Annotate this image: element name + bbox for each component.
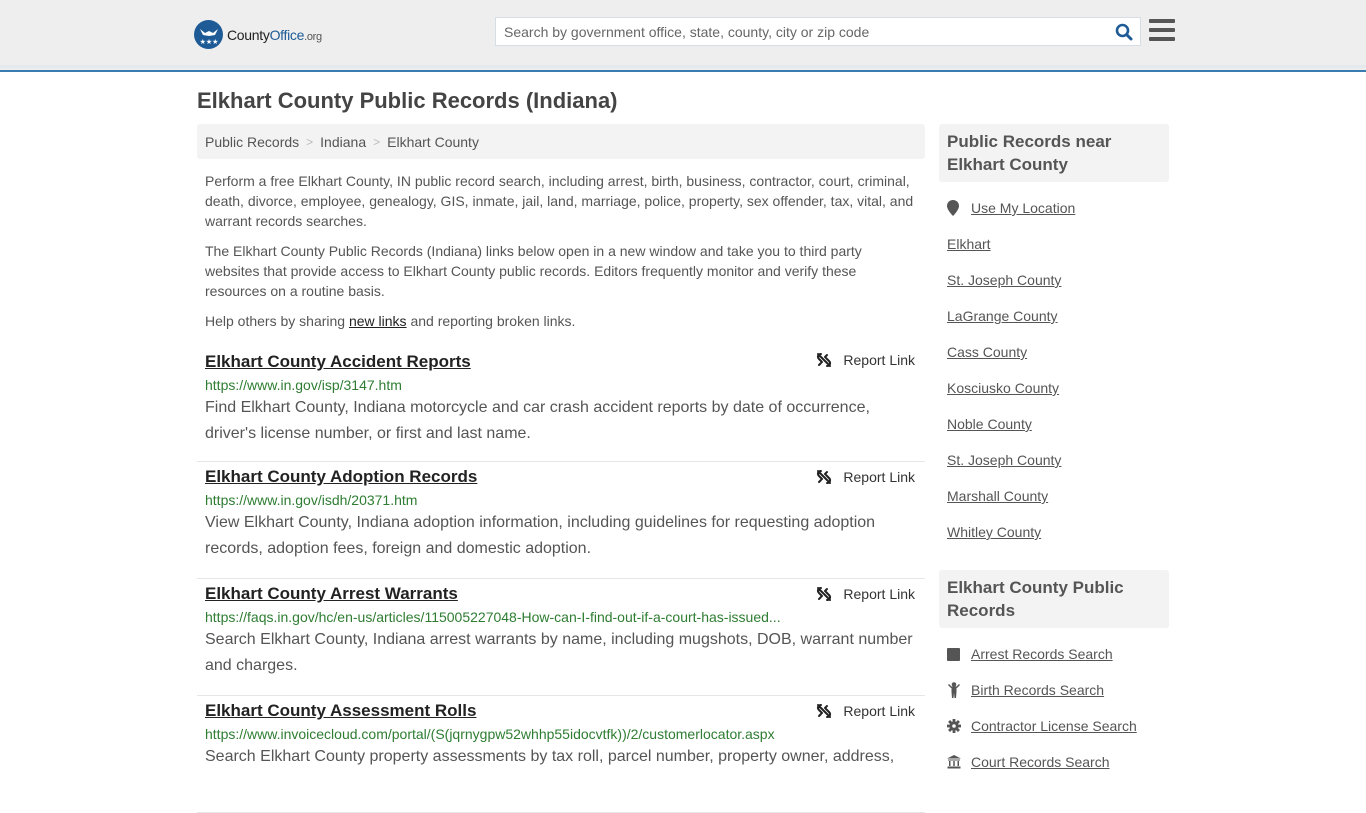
records-list: Elkhart County Accident Reports Report L…: [197, 345, 925, 813]
nearby-link-marshall-county[interactable]: Marshall County: [947, 488, 1048, 504]
breadcrumb-indiana[interactable]: Indiana: [320, 134, 366, 150]
record-item: Elkhart County Adoption Records Report L…: [197, 462, 925, 579]
county-record-item: Court Records Search: [947, 744, 1161, 780]
record-item: Elkhart County Assessment Rolls Report L…: [197, 696, 925, 813]
eagle-logo-icon: ★★★: [194, 20, 223, 49]
gear-icon: [947, 719, 963, 733]
nearby-link-elkhart[interactable]: Elkhart: [947, 236, 991, 252]
breadcrumb: Public Records > Indiana > Elkhart Count…: [197, 124, 925, 159]
search-input[interactable]: [496, 18, 1108, 45]
record-url-link[interactable]: https://www.in.gov/isdh/20371.htm: [205, 490, 785, 510]
menu-bar-icon: [1149, 28, 1175, 32]
nearby-item: St. Joseph County: [947, 262, 1161, 298]
main-content: Public Records > Indiana > Elkhart Count…: [197, 124, 925, 813]
child-icon: [947, 682, 963, 698]
report-link-button[interactable]: Report Link: [816, 586, 915, 602]
nearby-item: Kosciusko County: [947, 370, 1161, 406]
courthouse-icon: [947, 755, 963, 769]
report-link-button[interactable]: Report Link: [816, 703, 915, 719]
breadcrumb-separator: >: [306, 134, 314, 149]
record-description: Search Elkhart County, Indiana arrest wa…: [205, 631, 913, 674]
hamburger-menu-button[interactable]: [1149, 19, 1175, 41]
search-button[interactable]: [1108, 18, 1140, 45]
record-url-link[interactable]: https://faqs.in.gov/hc/en-us/articles/11…: [205, 607, 785, 627]
record-description: Find Elkhart County, Indiana motorcycle …: [205, 399, 870, 442]
use-my-location-item: Use My Location: [947, 190, 1161, 226]
birth-records-search-link[interactable]: Birth Records Search: [971, 682, 1104, 698]
breadcrumb-separator: >: [373, 134, 381, 149]
nearby-link-lagrange-county[interactable]: LaGrange County: [947, 308, 1058, 324]
menu-bar-icon: [1149, 19, 1175, 23]
intro-paragraph: The Elkhart County Public Records (India…: [205, 243, 862, 299]
county-records-list: Arrest Records Search Birth Records Sear…: [939, 636, 1169, 780]
square-icon: [947, 647, 963, 661]
record-title-link[interactable]: Elkhart County Arrest Warrants: [205, 583, 458, 605]
record-url-link[interactable]: https://www.invoicecloud.com/portal/(S(j…: [205, 724, 785, 744]
report-link-label: Report Link: [843, 352, 915, 368]
county-record-item: Contractor License Search: [947, 708, 1161, 744]
report-link-label: Report Link: [843, 703, 915, 719]
report-link-button[interactable]: Report Link: [816, 352, 915, 368]
report-link-label: Report Link: [843, 469, 915, 485]
search-icon: [1115, 23, 1133, 40]
nearby-records-heading: Public Records near Elkhart County: [939, 124, 1169, 182]
nearby-item: Marshall County: [947, 478, 1161, 514]
record-item: Elkhart County Arrest Warrants Report Li…: [197, 579, 925, 696]
logo-text: CountyOffice.org: [227, 26, 322, 43]
breadcrumb-public-records[interactable]: Public Records: [205, 134, 299, 150]
nearby-item: Cass County: [947, 334, 1161, 370]
report-link-button[interactable]: Report Link: [816, 469, 915, 485]
record-url-link[interactable]: https://www.in.gov/isp/3147.htm: [205, 375, 785, 395]
site-logo[interactable]: ★★★ CountyOffice.org: [194, 20, 322, 49]
report-link-label: Report Link: [843, 586, 915, 602]
nearby-item: Elkhart: [947, 226, 1161, 262]
broken-link-icon: [817, 587, 832, 601]
record-item: Elkhart County Accident Reports Report L…: [197, 345, 925, 462]
record-title-link[interactable]: Elkhart County Adoption Records: [205, 466, 477, 488]
intro-paragraph: Help others by sharing new links and rep…: [205, 313, 576, 329]
page-title: Elkhart County Public Records (Indiana): [197, 88, 618, 113]
nearby-link-st-joseph-county-2[interactable]: St. Joseph County: [947, 452, 1061, 468]
menu-bar-icon: [1149, 37, 1175, 41]
sidebar: Public Records near Elkhart County Use M…: [939, 124, 1169, 780]
record-description: Search Elkhart County property assessmen…: [205, 748, 895, 765]
county-record-item: Birth Records Search: [947, 672, 1161, 708]
nearby-link-noble-county[interactable]: Noble County: [947, 416, 1032, 432]
nearby-item: St. Joseph County: [947, 442, 1161, 478]
use-my-location-link[interactable]: Use My Location: [971, 200, 1075, 216]
intro-text: Perform a free Elkhart County, IN public…: [197, 171, 925, 331]
nearby-item: Noble County: [947, 406, 1161, 442]
contractor-license-search-link[interactable]: Contractor License Search: [971, 718, 1137, 734]
nearby-item: LaGrange County: [947, 298, 1161, 334]
broken-link-icon: [817, 353, 832, 367]
county-records-heading: Elkhart County Public Records: [939, 570, 1169, 628]
site-header: ★★★ CountyOffice.org: [0, 0, 1366, 72]
new-links-link[interactable]: new links: [349, 313, 407, 329]
nearby-link-kosciusko-county[interactable]: Kosciusko County: [947, 380, 1059, 396]
record-description: View Elkhart County, Indiana adoption in…: [205, 514, 876, 557]
nearby-records-list: Use My Location Elkhart St. Joseph Count…: [939, 190, 1169, 550]
map-marker-icon: [947, 200, 963, 216]
arrest-records-search-link[interactable]: Arrest Records Search: [971, 646, 1113, 662]
intro-paragraph: Perform a free Elkhart County, IN public…: [205, 173, 914, 229]
record-title-link[interactable]: Elkhart County Accident Reports: [205, 351, 471, 373]
county-record-item: Arrest Records Search: [947, 636, 1161, 672]
nearby-item: Whitley County: [947, 514, 1161, 550]
nearby-link-whitley-county[interactable]: Whitley County: [947, 524, 1041, 540]
search-bar: [495, 17, 1141, 46]
broken-link-icon: [817, 470, 832, 484]
record-title-link[interactable]: Elkhart County Assessment Rolls: [205, 700, 476, 722]
svg-text:★★★: ★★★: [199, 38, 218, 46]
broken-link-icon: [817, 704, 832, 718]
nearby-link-st-joseph-county[interactable]: St. Joseph County: [947, 272, 1061, 288]
breadcrumb-elkhart-county[interactable]: Elkhart County: [387, 134, 479, 150]
nearby-link-cass-county[interactable]: Cass County: [947, 344, 1027, 360]
